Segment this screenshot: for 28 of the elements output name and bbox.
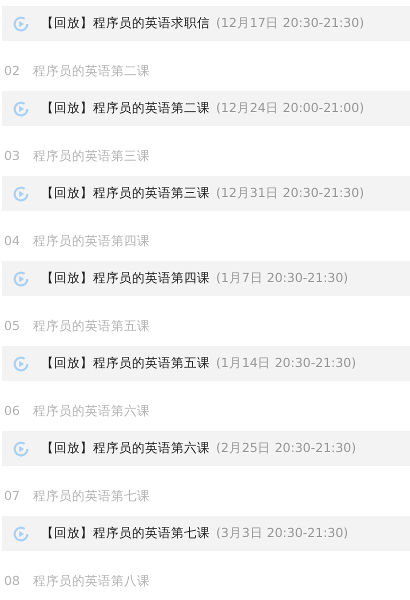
replay-item[interactable]: 【回放】程序员的英语第七课 (3月3日 20:30-21:30) xyxy=(2,516,410,551)
replay-item[interactable]: 【回放】程序员的英语求职信 (12月17日 20:30-21:30) xyxy=(2,6,410,41)
play-icon xyxy=(12,270,30,288)
lesson-title: 程序员的英语第二课 xyxy=(33,62,150,80)
lesson-number: 04 xyxy=(4,232,21,250)
play-icon xyxy=(12,354,30,372)
replay-item[interactable]: 【回放】程序员的英语第五课 (1月14日 20:30-21:30) xyxy=(2,346,410,381)
replay-item[interactable]: 【回放】程序员的英语第三课 (12月31日 20:30-21:30) xyxy=(2,176,410,211)
lesson-number: 08 xyxy=(4,572,21,590)
lesson-title: 程序员的英语第六课 xyxy=(33,402,150,420)
lesson-number: 07 xyxy=(4,486,21,505)
play-icon xyxy=(12,440,30,458)
play-icon xyxy=(12,524,30,542)
lesson-title: 程序员的英语第三课 xyxy=(33,146,150,165)
replay-item[interactable]: 【回放】程序员的英语第四课 (1月7日 20:30-21:30) xyxy=(2,261,410,296)
lesson-title: 程序员的英语第四课 xyxy=(33,232,150,250)
lesson-number: 06 xyxy=(4,402,21,420)
lesson-number: 05 xyxy=(4,316,21,335)
play-icon xyxy=(12,184,30,202)
lesson-title: 程序员的英语第八课 xyxy=(33,572,150,590)
lesson-title: 程序员的英语第五课 xyxy=(33,316,150,335)
replay-item[interactable]: 【回放】程序员的英语第二课 (12月24日 20:00-21:00) xyxy=(2,91,410,126)
lesson-title: 程序员的英语第七课 xyxy=(33,486,150,505)
lesson-number: 02 xyxy=(4,62,21,80)
replay-item[interactable]: 【回放】程序员的英语第六课 (2月25日 20:30-21:30) xyxy=(2,431,410,466)
lesson-number: 03 xyxy=(4,146,21,165)
play-icon xyxy=(12,100,30,118)
play-icon xyxy=(12,14,30,32)
